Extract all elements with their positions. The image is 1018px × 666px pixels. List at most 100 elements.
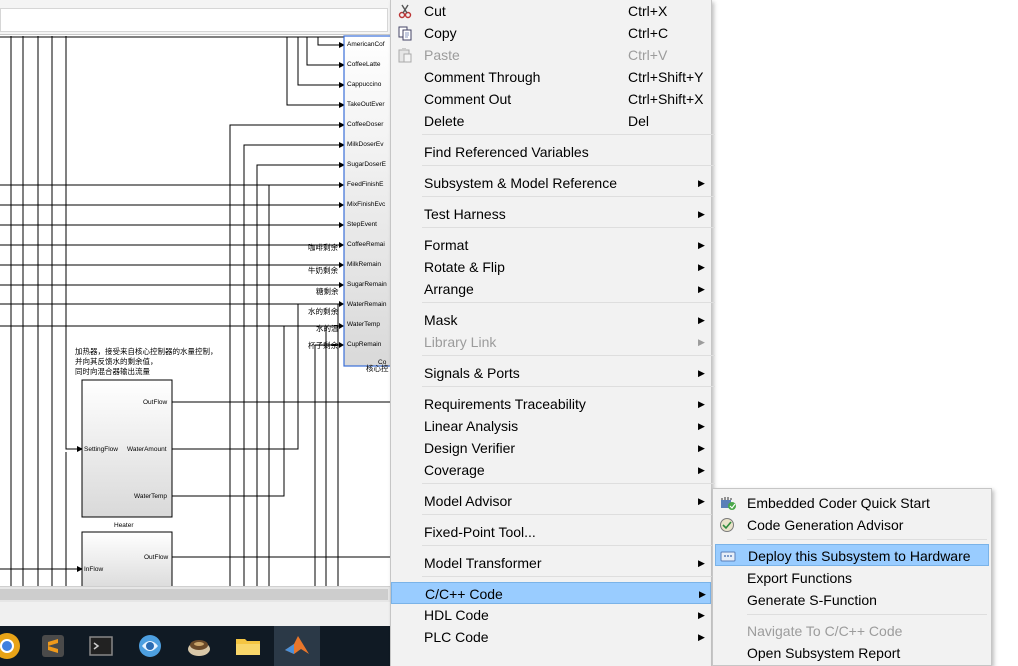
svg-text:牛奶剩余: 牛奶剩余 — [308, 265, 338, 275]
signal-labels: 咖啡剩余 牛奶剩余 糖剩余 水的剩余 水的温 杯子剩余 — [308, 242, 339, 350]
svg-text:咖啡剩余: 咖啡剩余 — [308, 242, 338, 252]
file-explorer-icon[interactable] — [225, 626, 271, 666]
chevron-right-icon: ▶ — [698, 337, 705, 347]
menu-item-model-advisor[interactable]: Model Advisor ▶ — [391, 490, 711, 512]
menu-separator — [422, 196, 715, 197]
menu-separator — [747, 539, 987, 540]
coffee-icon[interactable] — [176, 626, 222, 666]
menu-item-mask[interactable]: Mask ▶ — [391, 309, 711, 331]
svg-text:OutFlow: OutFlow — [143, 399, 168, 406]
port-label: AmericanCof — [347, 41, 385, 48]
port-label: SugarRemain — [347, 281, 387, 288]
menu-item-find-referenced-variables[interactable]: Find Referenced Variables — [391, 141, 711, 163]
menu-item-requirements-traceability[interactable]: Requirements Traceability ▶ — [391, 393, 711, 415]
menu-item-cut[interactable]: Cut Ctrl+X — [391, 0, 711, 22]
core-controller-block[interactable]: AmericanCof CoffeeLatte Cappuccino TakeO… — [343, 35, 390, 367]
status-bar — [0, 602, 390, 626]
menu-separator — [422, 227, 715, 228]
chevron-right-icon: ▶ — [698, 284, 705, 294]
simulink-canvas[interactable]: AmericanCof CoffeeLatte Cappuccino TakeO… — [0, 0, 390, 626]
menu-item-rotate-flip[interactable]: Rotate & Flip ▶ — [391, 256, 711, 278]
terminal-icon[interactable] — [78, 626, 124, 666]
submenu-item-deploy-to-hardware[interactable]: Deploy this Subsystem to Hardware — [715, 544, 989, 566]
menu-item-cpp-code[interactable]: C/C++ Code ▶ — [391, 582, 711, 604]
menu-item-fixed-point-tool[interactable]: Fixed-Point Tool... — [391, 521, 711, 543]
menu-item-paste[interactable]: Paste Ctrl+V — [391, 44, 711, 66]
block-diagram[interactable]: AmericanCof CoffeeLatte Cappuccino TakeO… — [0, 0, 390, 586]
horizontal-scrollbar[interactable] — [0, 586, 390, 603]
flow-block[interactable]: OutFlow InFlow — [81, 531, 173, 586]
menu-item-subsystem-model-reference[interactable]: Subsystem & Model Reference ▶ — [391, 172, 711, 194]
deploy-hardware-icon — [720, 548, 736, 564]
svg-text:InFlow: InFlow — [84, 566, 103, 573]
scissors-icon — [397, 3, 413, 19]
svg-text:WaterTemp: WaterTemp — [134, 493, 167, 500]
menu-item-library-link[interactable]: Library Link ▶ — [391, 331, 711, 353]
menu-item-comment-out[interactable]: Comment Out Ctrl+Shift+X — [391, 88, 711, 110]
menu-separator — [422, 483, 715, 484]
port-label: CoffeeLatte — [347, 61, 381, 68]
menu-separator — [422, 302, 715, 303]
submenu-item-embedded-coder-quick-start[interactable]: Embedded Coder Quick Start — [713, 492, 991, 514]
port-label: MixFinishEvc — [347, 201, 386, 208]
cpp-code-submenu: Embedded Coder Quick Start Code Generati… — [712, 488, 992, 666]
menu-item-format[interactable]: Format ▶ — [391, 234, 711, 256]
chevron-right-icon: ▶ — [698, 209, 705, 219]
port-label: CoffeeDoser — [347, 121, 384, 128]
chevron-right-icon: ▶ — [698, 610, 705, 620]
port-label: MilkDoserEv — [347, 141, 384, 148]
port-label: SugarDoserE — [347, 161, 387, 168]
menu-item-linear-analysis[interactable]: Linear Analysis ▶ — [391, 415, 711, 437]
menu-item-plc-code[interactable]: PLC Code ▶ — [391, 626, 711, 648]
matlab-icon[interactable] — [274, 626, 320, 666]
context-menu: Cut Ctrl+X Copy Ctrl+C Paste Ctrl+V Comm… — [390, 0, 715, 666]
svg-text:OutFlow: OutFlow — [144, 554, 169, 561]
submenu-item-export-functions[interactable]: Export Functions — [713, 567, 991, 589]
svg-text:并向其反馈水的剩余值，: 并向其反馈水的剩余值， — [75, 356, 158, 366]
chrome-icon[interactable] — [0, 626, 30, 666]
chevron-right-icon: ▶ — [698, 315, 705, 325]
svg-text:SettingFlow: SettingFlow — [84, 446, 118, 453]
menu-item-hdl-code[interactable]: HDL Code ▶ — [391, 604, 711, 626]
menu-item-model-transformer[interactable]: Model Transformer ▶ — [391, 552, 711, 574]
menu-separator — [747, 614, 987, 615]
port-label: Cappuccino — [347, 81, 382, 88]
submenu-item-code-generation-advisor[interactable]: Code Generation Advisor — [713, 514, 991, 536]
menu-item-signals-ports[interactable]: Signals & Ports ▶ — [391, 362, 711, 384]
port-label: MilkRemain — [347, 261, 381, 268]
embedded-coder-icon — [719, 495, 736, 511]
chevron-right-icon: ▶ — [698, 558, 705, 568]
browser-icon[interactable] — [127, 626, 173, 666]
menu-separator — [422, 355, 715, 356]
sublime-text-icon[interactable] — [30, 626, 76, 666]
menu-item-design-verifier[interactable]: Design Verifier ▶ — [391, 437, 711, 459]
chevron-right-icon: ▶ — [698, 240, 705, 250]
heater-name: Heater — [114, 522, 134, 529]
menu-item-comment-through[interactable]: Comment Through Ctrl+Shift+Y — [391, 66, 711, 88]
menu-item-coverage[interactable]: Coverage ▶ — [391, 459, 711, 481]
menu-separator — [422, 576, 715, 577]
core-block-name: 核心控 — [366, 363, 389, 373]
submenu-item-generate-s-function[interactable]: Generate S-Function — [713, 589, 991, 611]
port-label: FeedFinishE — [347, 181, 384, 188]
submenu-item-open-subsystem-report[interactable]: Open Subsystem Report — [713, 642, 991, 664]
port-label: WaterRemain — [347, 301, 387, 308]
submenu-item-navigate-to-cpp-code[interactable]: Navigate To C/C++ Code — [713, 620, 991, 642]
heater-block[interactable]: OutFlow SettingFlow WaterAmount WaterTem… — [81, 379, 173, 529]
menu-item-delete[interactable]: Delete Del — [391, 110, 711, 132]
bus-arrowheads — [339, 182, 344, 348]
menu-item-copy[interactable]: Copy Ctrl+C — [391, 22, 711, 44]
menu-separator — [422, 134, 715, 135]
scrollbar-thumb[interactable] — [0, 589, 388, 600]
paste-icon — [397, 47, 413, 63]
chevron-right-icon: ▶ — [698, 178, 705, 188]
svg-text:杯子剩余: 杯子剩余 — [308, 340, 338, 350]
menu-item-arrange[interactable]: Arrange ▶ — [391, 278, 711, 300]
menu-separator — [422, 545, 715, 546]
code-advisor-icon — [719, 517, 735, 533]
svg-text:糖剩余: 糖剩余 — [316, 286, 339, 296]
svg-text:WaterAmount: WaterAmount — [127, 446, 167, 453]
chevron-right-icon: ▶ — [698, 632, 705, 642]
svg-text:加热器，接受来自核心控制器的水量控制，: 加热器，接受来自核心控制器的水量控制， — [75, 346, 218, 356]
menu-item-test-harness[interactable]: Test Harness ▶ — [391, 203, 711, 225]
